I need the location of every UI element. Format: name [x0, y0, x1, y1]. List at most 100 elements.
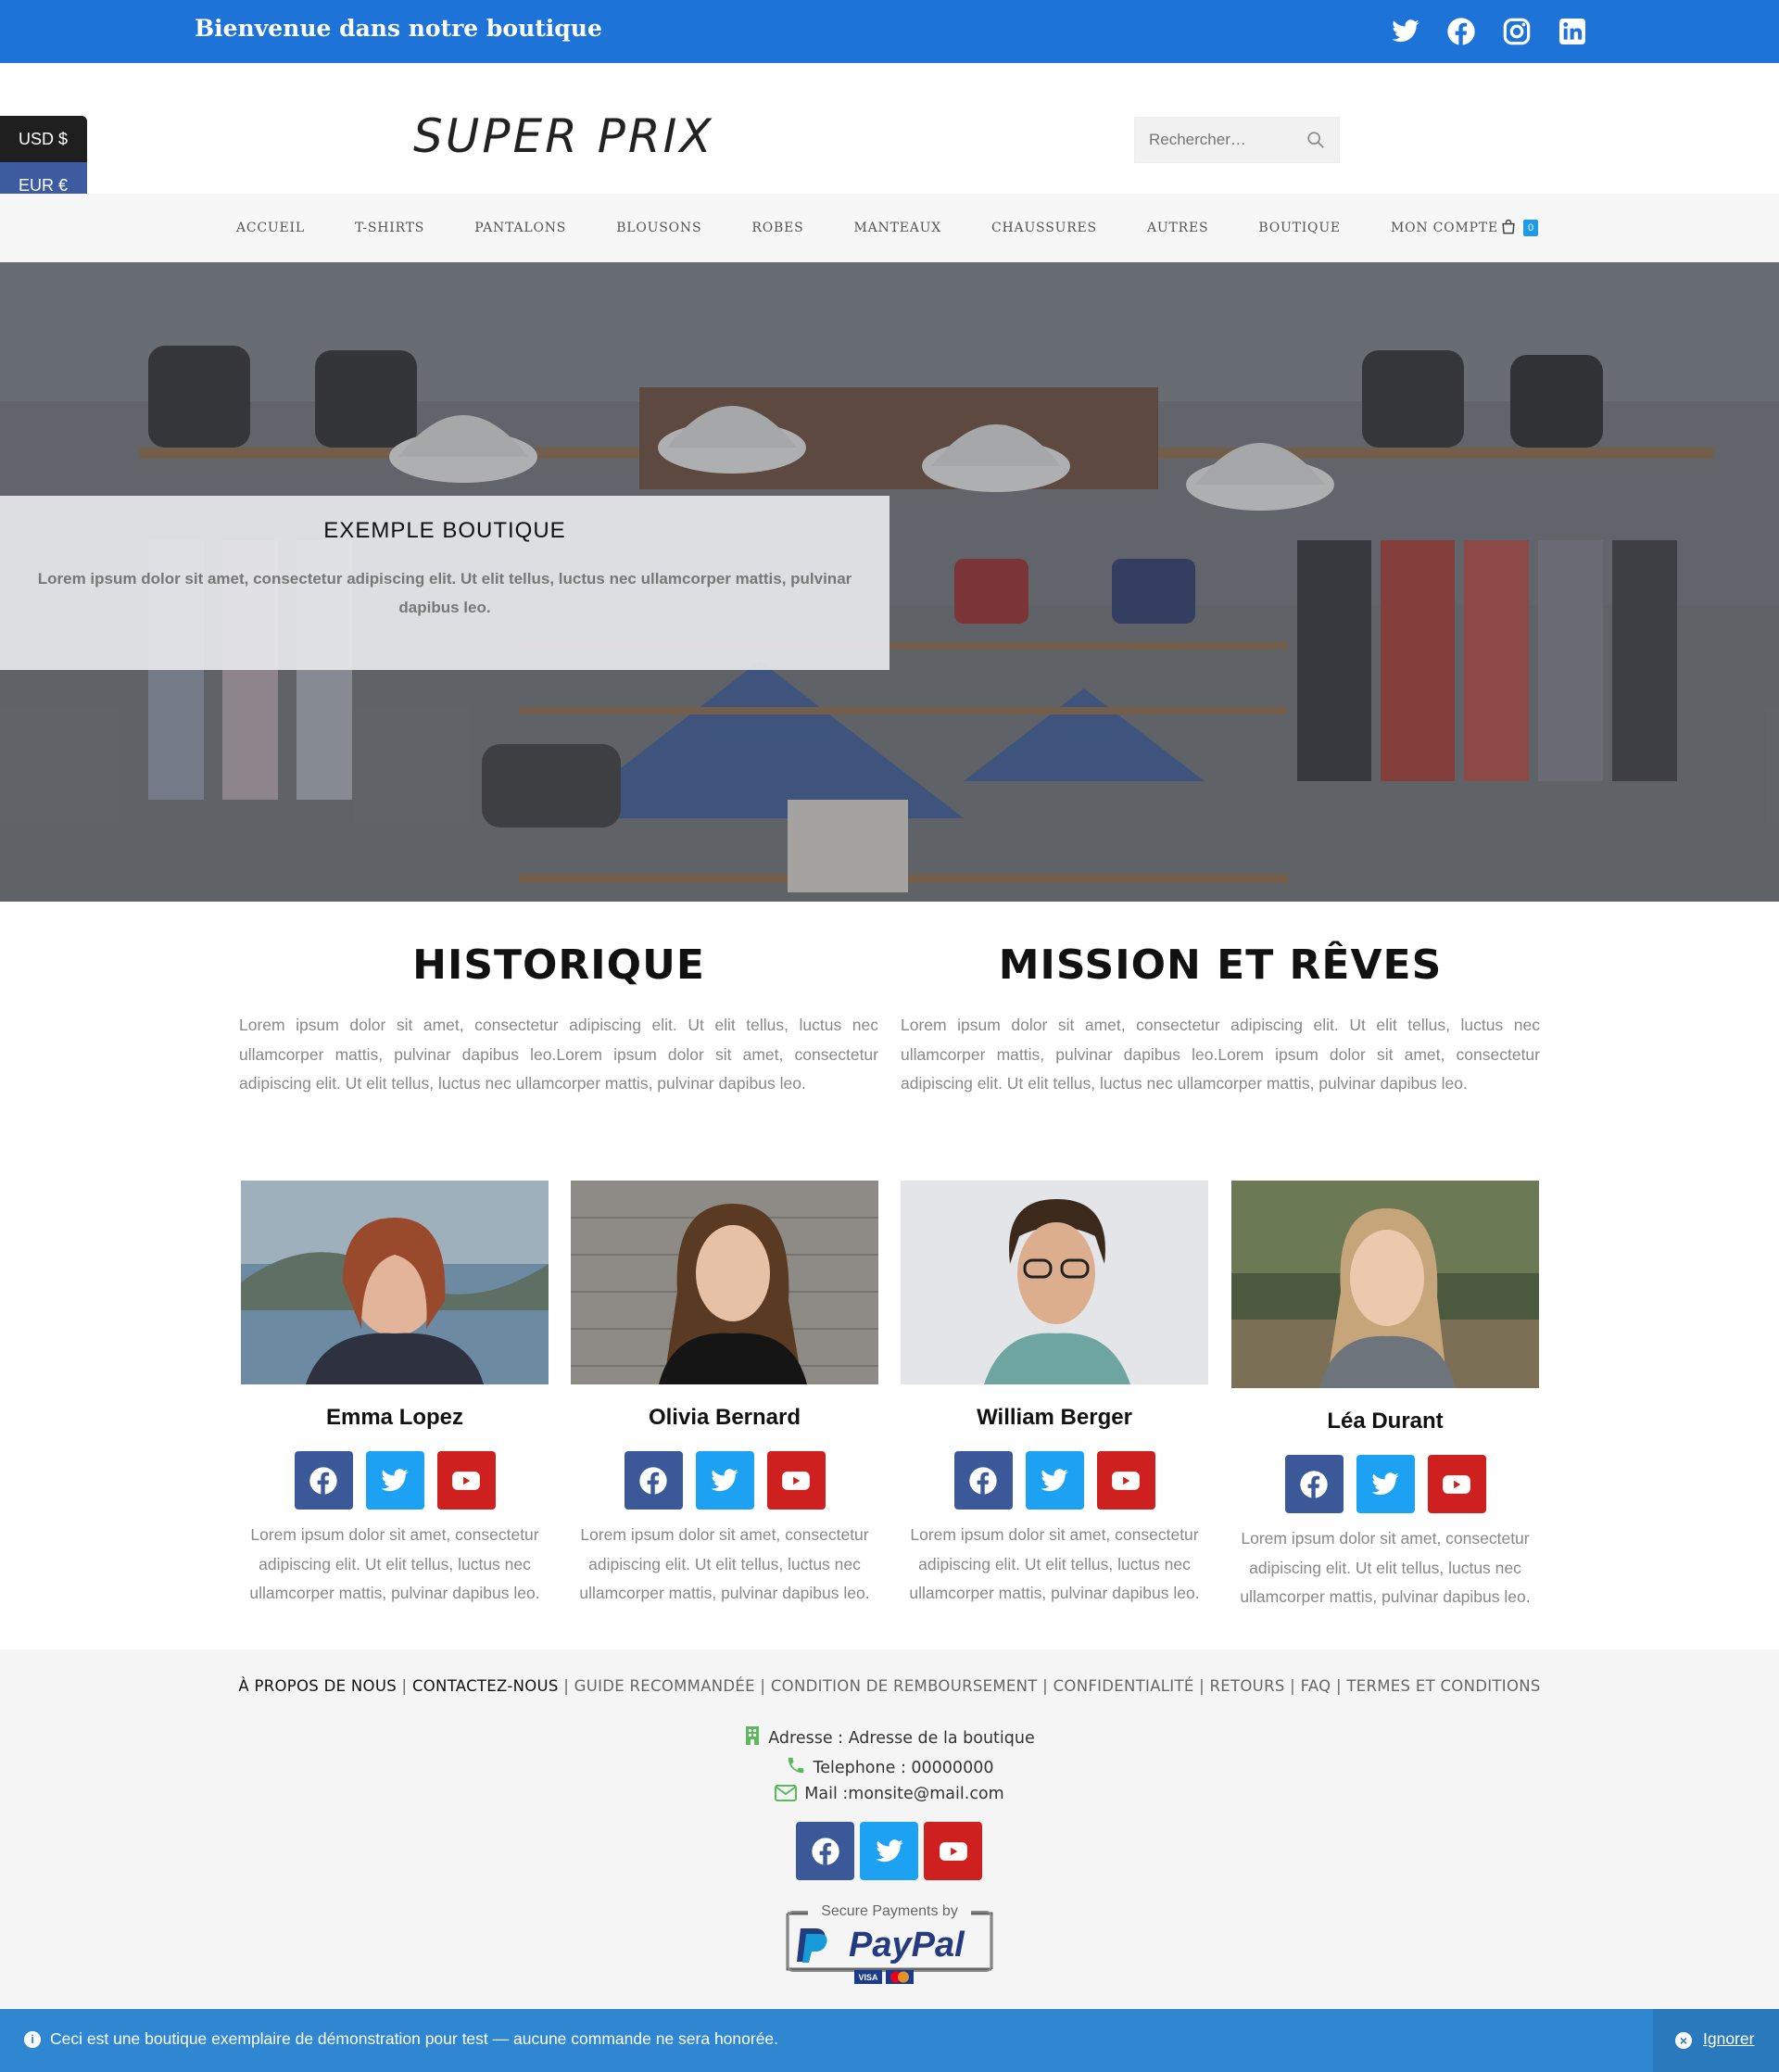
twitter-icon — [1371, 1472, 1399, 1495]
link-separator: | — [1193, 1677, 1210, 1695]
cart-count-badge: 0 — [1523, 220, 1538, 236]
link-separator: | — [754, 1677, 771, 1695]
youtube-button[interactable] — [436, 1451, 496, 1510]
team-member-card: William Berger Lorem ipsum dolor sit ame… — [901, 1181, 1208, 1609]
twitter-button[interactable] — [1356, 1455, 1415, 1513]
shopping-bag-icon — [1502, 219, 1515, 234]
nav-item-chaussures[interactable]: CHAUSSURES — [991, 221, 1097, 235]
youtube-button[interactable] — [1096, 1451, 1155, 1510]
team-member-photo — [241, 1181, 549, 1384]
historique-text: Lorem ipsum dolor sit amet, consectetur … — [239, 1016, 878, 1093]
footer-link-retours[interactable]: RETOURS — [1210, 1677, 1285, 1695]
nav-item-robes[interactable]: ROBES — [751, 221, 803, 235]
team-member-card: Léa Durant Lorem ipsum dolor sit amet, c… — [1231, 1181, 1539, 1612]
team-member-name: Emma Lopez — [325, 1405, 464, 1430]
twitter-icon — [875, 1838, 903, 1862]
facebook-icon — [811, 1837, 839, 1865]
welcome-text: Bienvenue dans notre boutique — [195, 15, 602, 42]
footer-link-remboursement[interactable]: CONDITION DE REMBOURSEMENT — [771, 1677, 1038, 1695]
nav-item-blousons[interactable]: BLOUSONS — [616, 221, 701, 235]
main-nav: ACCUEIL T-SHIRTS PANTALONS BLOUSONS ROBE… — [0, 194, 1779, 262]
twitter-button[interactable] — [365, 1451, 424, 1510]
twitter-button[interactable] — [1025, 1451, 1084, 1510]
team-member-description: Lorem ipsum dolor sit amet, consectetur … — [249, 1525, 540, 1602]
dismiss-notice-button[interactable]: × Ignorer — [1653, 2009, 1779, 2072]
hero-title: EXEMPLE BOUTIQUE — [323, 518, 566, 543]
hero-banner: EXEMPLE BOUTIQUE Lorem ipsum dolor sit a… — [0, 262, 1779, 902]
team-member-photo — [1231, 1181, 1539, 1388]
team-member-social — [1231, 1455, 1539, 1513]
footer-link-termes[interactable]: TERMES ET CONDITIONS — [1346, 1677, 1540, 1695]
footer-link-contactez-nous[interactable]: CONTACTEZ-NOUS — [412, 1677, 559, 1695]
hero-text: Lorem ipsum dolor sit amet, consectetur … — [37, 570, 852, 616]
twitter-icon — [1041, 1468, 1068, 1491]
youtube-button[interactable] — [766, 1451, 826, 1510]
instagram-icon[interactable] — [1502, 17, 1532, 46]
team-member-name: Léa Durant — [1327, 1409, 1444, 1434]
link-separator: | — [1037, 1677, 1054, 1695]
facebook-button[interactable] — [953, 1451, 1013, 1510]
team-member-photo — [571, 1181, 878, 1384]
mission-title: MISSION ET RÊVES — [998, 941, 1443, 989]
facebook-button[interactable] — [624, 1451, 683, 1510]
youtube-icon — [782, 1471, 810, 1490]
search-input[interactable] — [1135, 118, 1302, 162]
search-icon[interactable] — [1306, 130, 1326, 150]
nav-item-boutique[interactable]: BOUTIQUE — [1258, 221, 1341, 235]
link-separator: | — [1284, 1677, 1301, 1695]
youtube-button[interactable] — [924, 1822, 982, 1880]
facebook-button[interactable] — [796, 1822, 854, 1880]
nav-item-manteaux[interactable]: MANTEAUX — [854, 221, 942, 235]
twitter-button[interactable] — [695, 1451, 754, 1510]
demo-store-notice: i Ceci est une boutique exemplaire de dé… — [0, 2009, 1779, 2072]
facebook-icon[interactable] — [1446, 17, 1476, 46]
team-member-name: William Berger — [977, 1405, 1132, 1430]
contact-address: Adresse : Adresse de la boutique — [0, 1725, 1779, 1748]
contact-mail-text[interactable]: Mail :monsite@mail.com — [804, 1785, 1003, 1803]
nav-item-pantalons[interactable]: PANTALONS — [474, 221, 566, 235]
footer-link-a-propos[interactable]: À PROPOS DE NOUS — [238, 1677, 397, 1695]
team-member-card: Emma Lopez Lorem ipsum dolor sit amet, c… — [241, 1181, 549, 1609]
nav-item-t-shirts[interactable]: T-SHIRTS — [355, 221, 424, 235]
contact-mail: Mail :monsite@mail.com — [0, 1785, 1779, 1803]
footer-link-confidentialite[interactable]: CONFIDENTIALITÉ — [1054, 1677, 1194, 1695]
youtube-button[interactable] — [1427, 1455, 1486, 1513]
visa-card-label: VISA — [858, 1973, 878, 1982]
footer-link-guide[interactable]: GUIDE RECOMMANDÉE — [574, 1677, 755, 1695]
team-member-photo — [901, 1181, 1208, 1384]
top-bar: Bienvenue dans notre boutique — [0, 0, 1779, 63]
twitter-icon — [711, 1468, 738, 1491]
info-icon: i — [24, 2031, 41, 2048]
nav-item-mon-compte[interactable]: MON COMPTE — [1391, 221, 1498, 235]
contact-phone: Telephone : 00000000 — [0, 1755, 1779, 1777]
dismiss-label[interactable]: Ignorer — [1703, 2029, 1754, 2049]
top-social-links — [1391, 17, 1587, 46]
cart-button[interactable]: 0 — [1499, 218, 1546, 240]
twitter-icon — [381, 1468, 409, 1491]
site-logo[interactable]: SUPER PRIX — [413, 109, 714, 163]
facebook-button[interactable] — [1284, 1455, 1344, 1513]
team-member-social — [901, 1451, 1208, 1510]
currency-usd-button[interactable]: USD $ — [0, 116, 87, 162]
close-icon: × — [1675, 2032, 1692, 2049]
demo-notice-text: Ceci est une boutique exemplaire de démo… — [50, 2029, 779, 2048]
site-footer: À PROPOS DE NOUS | CONTACTEZ-NOUS | GUID… — [0, 1649, 1779, 2009]
twitter-icon[interactable] — [1391, 17, 1420, 46]
twitter-button[interactable] — [860, 1822, 918, 1880]
footer-links: À PROPOS DE NOUS | CONTACTEZ-NOUS | GUID… — [0, 1677, 1779, 1695]
team-member-description: Lorem ipsum dolor sit amet, consectetur … — [909, 1525, 1200, 1602]
nav-item-accueil[interactable]: ACCUEIL — [236, 221, 305, 235]
linkedin-icon[interactable] — [1558, 17, 1587, 46]
youtube-icon — [939, 1841, 967, 1861]
building-icon — [746, 1726, 760, 1745]
facebook-icon — [639, 1466, 667, 1495]
facebook-button[interactable] — [294, 1451, 353, 1510]
footer-link-faq[interactable]: FAQ — [1301, 1677, 1331, 1695]
hero-caption: EXEMPLE BOUTIQUE Lorem ipsum dolor sit a… — [0, 496, 890, 670]
mission-text: Lorem ipsum dolor sit amet, consectetur … — [901, 1016, 1540, 1093]
paypal-caption: Secure Payments by — [821, 1903, 958, 1919]
facebook-icon — [1300, 1470, 1328, 1498]
nav-item-autres[interactable]: AUTRES — [1147, 221, 1208, 235]
youtube-icon — [1443, 1474, 1470, 1494]
youtube-icon — [1112, 1471, 1140, 1490]
